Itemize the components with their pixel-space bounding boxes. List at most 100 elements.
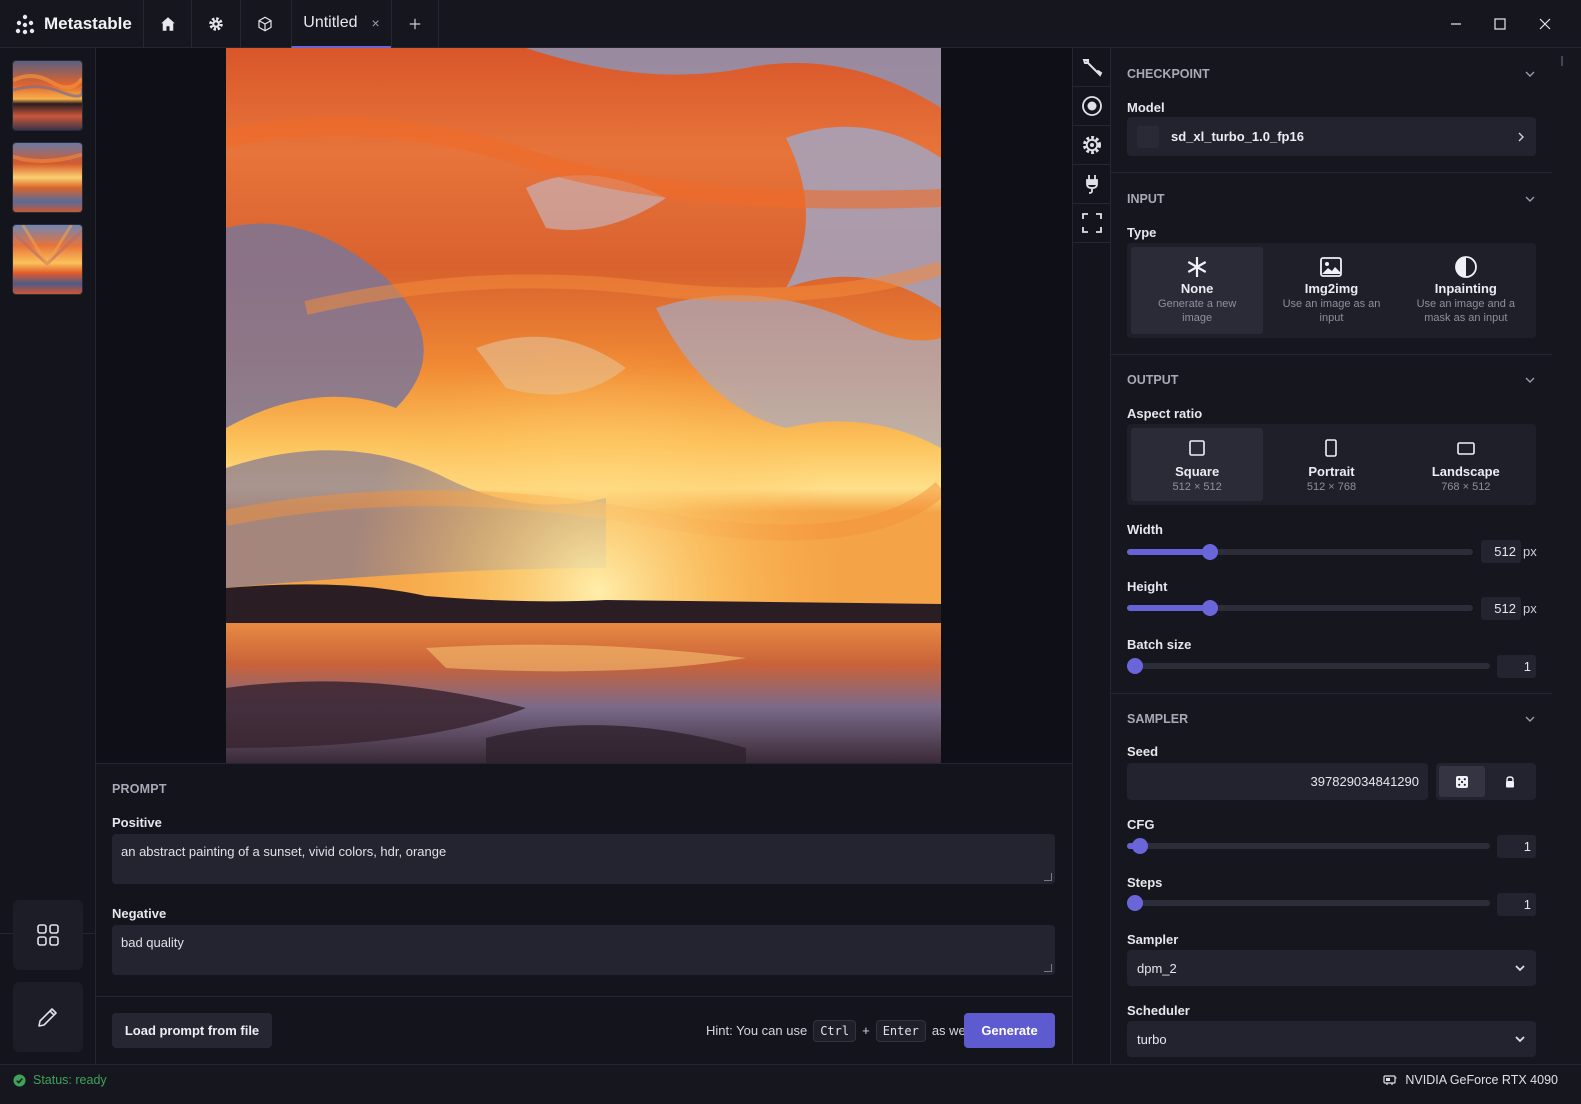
generated-image[interactable]	[226, 48, 941, 763]
add-tab-button[interactable]	[391, 0, 439, 48]
aspect-landscape[interactable]: Landscape 768 × 512	[1400, 428, 1532, 501]
chevron-down-icon[interactable]	[1524, 193, 1536, 205]
aspect-title: Landscape	[1431, 464, 1500, 479]
positive-prompt-text: an abstract painting of a sunset, vivid …	[121, 844, 447, 859]
batch-size-label: Batch size	[1127, 637, 1192, 652]
grid-icon	[37, 924, 59, 946]
input-type-inpainting[interactable]: Inpainting Use an image and a mask as an…	[1400, 247, 1532, 334]
steps-input[interactable]: 1	[1497, 893, 1536, 916]
slider-handle[interactable]	[1202, 600, 1219, 616]
tab-close-icon[interactable]: ×	[372, 15, 380, 31]
half-circle-icon	[1454, 256, 1477, 278]
input-type-img2img[interactable]: Img2img Use an image as an input	[1265, 247, 1397, 334]
slider-handle[interactable]	[1131, 838, 1148, 854]
gallery-button[interactable]	[13, 900, 83, 970]
close-window-button[interactable]	[1523, 0, 1567, 48]
height-label: Height	[1127, 579, 1168, 594]
negative-prompt-input[interactable]: bad quality	[112, 925, 1055, 975]
sampler-select[interactable]: dpm_2	[1127, 950, 1536, 986]
load-prompt-button[interactable]: Load prompt from file	[112, 1013, 272, 1048]
gpu-name: NVIDIA GeForce RTX 4090	[1405, 1073, 1558, 1087]
hint-key-ctrl: Ctrl	[813, 1019, 857, 1042]
chevron-down-icon[interactable]	[1524, 68, 1536, 80]
dice-icon	[1456, 775, 1468, 788]
width-unit: px	[1523, 544, 1537, 559]
chevron-down-icon[interactable]	[1524, 374, 1536, 386]
rail-general-button[interactable]	[1073, 48, 1111, 87]
history-thumbnail[interactable]	[12, 60, 83, 131]
minimize-button[interactable]	[1434, 0, 1478, 48]
status-bar: Status: ready NVIDIA GeForce RTX 4090	[0, 1064, 1581, 1104]
steps-slider[interactable]	[1127, 895, 1490, 911]
asterisk-icon	[1187, 257, 1207, 277]
settings-button[interactable]	[191, 0, 239, 48]
rail-record-button[interactable]	[1073, 87, 1111, 126]
hint-plus: +	[862, 1023, 870, 1038]
lock-icon	[1506, 775, 1514, 787]
slider-handle[interactable]	[1202, 544, 1219, 560]
settings-scrollbar[interactable]	[1552, 48, 1581, 1064]
thumbnail-image	[13, 225, 82, 294]
thumbnail-image	[13, 143, 82, 212]
option-title: None	[1180, 281, 1214, 296]
width-slider[interactable]	[1127, 544, 1473, 560]
sampler-label: Sampler	[1127, 932, 1179, 947]
seed-input[interactable]: 397829034841290	[1127, 763, 1428, 800]
sampler-value: dpm_2	[1137, 960, 1177, 976]
gpu-info: NVIDIA GeForce RTX 4090	[1383, 1065, 1558, 1095]
slider-fill	[1127, 605, 1211, 611]
resize-handle[interactable]	[1044, 964, 1052, 972]
gear-icon	[1083, 136, 1101, 154]
edit-button[interactable]	[13, 982, 83, 1052]
slider-handle[interactable]	[1127, 658, 1143, 674]
model-thumbnail-icon	[1137, 125, 1159, 148]
rail-fullscreen-button[interactable]	[1073, 204, 1111, 243]
rail-extensions-button[interactable]	[1073, 165, 1111, 204]
minimize-icon	[1451, 23, 1461, 25]
aspect-size: 512 × 768	[1306, 481, 1357, 493]
history-thumbnail[interactable]	[12, 142, 83, 213]
maximize-button[interactable]	[1478, 0, 1522, 48]
randomize-seed-button[interactable]	[1439, 766, 1485, 797]
rail-settings-button[interactable]	[1073, 126, 1111, 165]
status-indicator: Status: ready	[13, 1065, 107, 1095]
gpu-icon	[1383, 1075, 1397, 1085]
scheduler-select[interactable]: turbo	[1127, 1021, 1536, 1057]
cfg-slider[interactable]	[1127, 838, 1490, 854]
lock-seed-button[interactable]	[1487, 766, 1533, 797]
aspect-portrait[interactable]: Portrait 512 × 768	[1265, 428, 1397, 501]
height-slider[interactable]	[1127, 600, 1473, 616]
cube-icon	[257, 16, 272, 32]
prompt-panel: PROMPT Positive an abstract painting of …	[96, 763, 1072, 1064]
option-title: Inpainting	[1434, 281, 1497, 296]
home-button[interactable]	[143, 0, 191, 48]
seed-label: Seed	[1127, 744, 1159, 759]
models-button[interactable]	[240, 0, 288, 48]
model-select[interactable]: sd_xl_turbo_1.0_fp16	[1127, 117, 1536, 156]
scrollbar-thumb[interactable]	[1561, 56, 1563, 66]
plus-icon	[409, 18, 421, 30]
history-thumbnail[interactable]	[12, 224, 83, 295]
option-description: Use an image and a mask as an input	[1416, 298, 1516, 324]
batch-size-slider[interactable]	[1127, 658, 1490, 674]
slider-handle[interactable]	[1127, 895, 1143, 911]
home-icon	[160, 17, 175, 31]
aspect-square[interactable]: Square 512 × 512	[1131, 428, 1264, 501]
batch-size-input[interactable]: 1	[1497, 655, 1536, 678]
positive-prompt-input[interactable]: an abstract painting of a sunset, vivid …	[112, 834, 1055, 884]
tab-untitled[interactable]: Untitled ×	[291, 0, 391, 48]
height-input[interactable]: 512	[1481, 597, 1521, 620]
cfg-input[interactable]: 1	[1497, 835, 1536, 858]
seed-tools	[1436, 763, 1536, 800]
thumbnail-image	[13, 61, 82, 130]
input-type-none[interactable]: None Generate a new image	[1131, 247, 1264, 334]
generate-button[interactable]: Generate	[964, 1013, 1055, 1048]
resize-handle[interactable]	[1044, 873, 1052, 881]
chevron-down-icon[interactable]	[1524, 713, 1536, 725]
negative-prompt-text: bad quality	[121, 935, 184, 950]
input-section-title: INPUT	[1127, 192, 1165, 206]
prompt-section-title: PROMPT	[112, 782, 167, 796]
width-input[interactable]: 512	[1481, 540, 1521, 563]
app-name: Metastable	[44, 14, 132, 33]
negative-label: Negative	[112, 906, 167, 921]
